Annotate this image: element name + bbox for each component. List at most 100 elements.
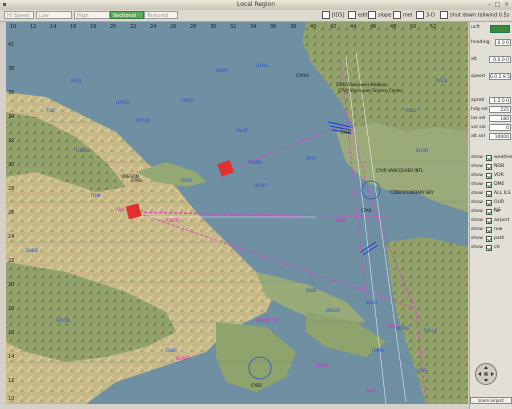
sectional-map[interactable]: 10 12 14 16 18 20 22 24 26 28 30 32 34 3… [6, 22, 468, 404]
show-label: show [471, 218, 483, 223]
layer-weather[interactable]: show weather [471, 154, 512, 162]
layer-ctr-checkbox[interactable] [486, 245, 492, 251]
poi-label: ROLLE [424, 328, 437, 333]
route-label: ACRY [366, 388, 377, 393]
layer-all-ils-checkbox[interactable] [486, 191, 492, 197]
layer-dme[interactable]: show DME [471, 181, 512, 189]
slope-checkbox[interactable] [368, 11, 376, 19]
route-label: ROUTE ALT [256, 318, 279, 323]
route-label: EBBY [336, 218, 347, 223]
tab-hi-speed[interactable]: Hi Speed [4, 11, 34, 19]
grid-label-top: 40 [310, 24, 316, 30]
aprotr-row: aprotr 1.2.0.0 [471, 97, 512, 105]
layer-our-ils-checkbox[interactable] [486, 200, 492, 206]
layer-our-ils[interactable]: show OUR ILS [471, 199, 512, 213]
grid-label-top: 50 [410, 24, 416, 30]
airport-label: CYNS [131, 178, 142, 183]
layer-path-label: path [494, 236, 505, 241]
speed-label: speed [471, 74, 485, 79]
layer-weather-checkbox[interactable] [486, 155, 492, 161]
minimize-icon[interactable]: – [486, 1, 493, 8]
layer-fix-checkbox[interactable] [486, 209, 492, 215]
alt-sel-input[interactable]: 10000 [489, 133, 511, 140]
ids-checkbox[interactable] [322, 11, 330, 19]
slope-toggle[interactable]: slope [368, 11, 391, 19]
layer-fix[interactable]: show fix [471, 208, 512, 216]
grid-label-top: 44 [350, 24, 356, 30]
ucft-label: ucft [471, 25, 480, 30]
ids-toggle[interactable]: [ID5] [322, 11, 344, 19]
grid-label-left: 32 [8, 138, 14, 144]
grid-label-top: 12 [30, 24, 36, 30]
vvi-sel-input[interactable]: 0 [489, 124, 511, 131]
layer-airport[interactable]: show airport [471, 217, 512, 225]
grid-label-left: 38 [8, 66, 14, 72]
layer-ndb-checkbox[interactable] [486, 164, 492, 170]
shutdown-toggle[interactable]: shut down tailwind 0.5s [440, 11, 509, 19]
grid-label-top: 48 [390, 24, 396, 30]
layer-row[interactable]: show row [471, 226, 512, 234]
route-label: YVRD [385, 324, 397, 329]
hdg-sel-input[interactable]: 225 [489, 106, 511, 113]
aprotr-input[interactable]: 1.2.0.0 [489, 97, 511, 104]
grid-label-left: 16 [8, 330, 14, 336]
zoom-airport-button[interactable]: zoom airport [470, 397, 512, 404]
show-label: show [471, 236, 483, 241]
tab-low-enroute[interactable]: Low Enroute [36, 11, 72, 27]
poi-label: ITUN [91, 193, 101, 198]
maximize-icon[interactable]: □ [494, 1, 501, 8]
ids-label: [ID5] [332, 12, 345, 19]
route-label: ABA [116, 207, 124, 212]
alt-input[interactable]: 0.0.0.0 [489, 56, 511, 63]
poi-label: LOWE [416, 368, 428, 373]
edit-toggle[interactable]: edit [348, 11, 368, 19]
close-icon[interactable]: × [503, 1, 510, 8]
edit-checkbox[interactable] [348, 11, 356, 19]
layer-weather-label: weather [494, 155, 512, 160]
show-label: show [471, 173, 483, 178]
3d-toggle[interactable]: 3-D [416, 11, 435, 19]
poi-label: DANSI [26, 248, 38, 253]
grid-label-left: 30 [8, 162, 14, 168]
show-label: show [471, 209, 483, 214]
mel-checkbox[interactable] [393, 11, 401, 19]
airport-label: CYVR VANCOUVER INTL [376, 168, 424, 173]
ucft-row: ucft [471, 24, 512, 33]
layer-path-checkbox[interactable] [486, 236, 492, 242]
ias-sel-input[interactable]: 180 [489, 115, 511, 122]
layer-vor-label: VOR [494, 173, 504, 178]
poi-label: DIXIE [306, 288, 317, 293]
grid-label-top: 28 [190, 24, 196, 30]
layer-dme-checkbox[interactable] [486, 182, 492, 188]
layer-airport-checkbox[interactable] [486, 218, 492, 224]
layer-vor[interactable]: show VOR [471, 172, 512, 180]
tab-sectional[interactable]: Sectional [110, 11, 144, 19]
poi-label: KLLR [406, 108, 416, 113]
heading-input[interactable]: 0 0 0 [495, 39, 511, 46]
ucft-toggle[interactable] [490, 25, 510, 33]
grid-label-left: 34 [8, 114, 14, 120]
mel-toggle[interactable]: mel [393, 11, 412, 19]
poi-label: NOPEE [396, 326, 410, 331]
airport-label: CYHC Vancouver Harbour [336, 82, 387, 87]
window-title-bar: Local Region ▪ – □ × [0, 0, 512, 10]
3d-checkbox[interactable] [416, 11, 424, 19]
map-pan-control[interactable] [475, 363, 497, 385]
hdg-sel-label: hdg sel [471, 107, 488, 112]
grid-label-left: 41 [8, 42, 14, 48]
layer-ctr[interactable]: show ctr [471, 244, 512, 252]
tab-high-enroute[interactable]: High Enroute [74, 11, 110, 27]
layer-path[interactable]: show path [471, 235, 512, 243]
layer-row-checkbox[interactable] [486, 227, 492, 233]
show-label: show [471, 245, 483, 250]
poi-label: ROCE [436, 78, 448, 83]
layer-vor-checkbox[interactable] [486, 173, 492, 179]
window-menu-icon[interactable]: ▪ [1, 1, 8, 8]
airport-label: CYVV Vancouver Science Center [338, 88, 403, 93]
speed-input[interactable]: 0.0.2.9.5 [489, 73, 511, 80]
tab-textured[interactable]: Textured [144, 11, 178, 19]
layer-all-ils[interactable]: show ALL ILS [471, 190, 512, 198]
shutdown-checkbox[interactable] [440, 11, 448, 19]
airport-label: CZBB BOUNDARY BAY [390, 190, 434, 195]
layer-ndb[interactable]: show NDB [471, 163, 512, 171]
